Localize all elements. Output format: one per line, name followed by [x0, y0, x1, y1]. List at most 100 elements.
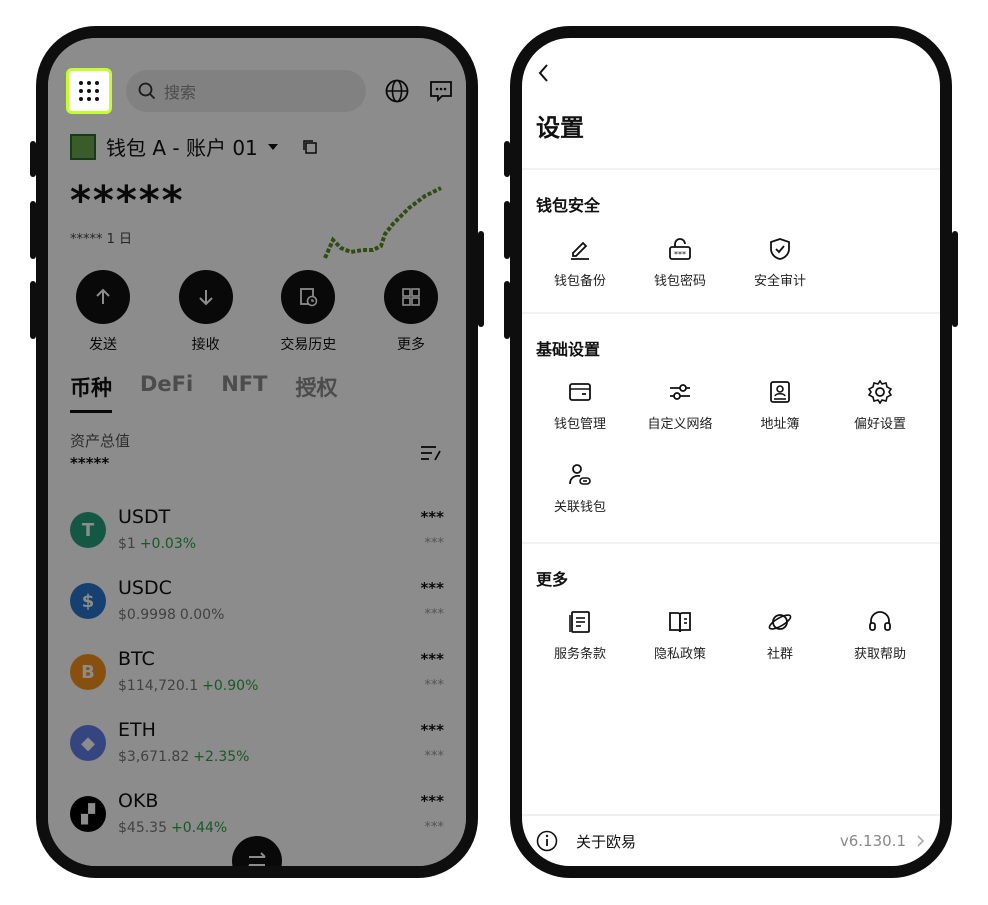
- price-change: +0.90%: [202, 678, 259, 694]
- btc-icon: B: [70, 654, 106, 690]
- privacy-policy-button[interactable]: 隐私政策: [630, 609, 730, 662]
- version-label: v6.130.1: [839, 832, 906, 850]
- eth-icon: ◆: [70, 725, 106, 761]
- community-button[interactable]: 社群: [730, 609, 830, 662]
- asset-row-eth[interactable]: ◆ ETH $3,671.82 +2.35% *** ***: [70, 709, 444, 780]
- message-icon[interactable]: [428, 78, 454, 104]
- terms-of-service-button[interactable]: 服务条款: [530, 609, 630, 662]
- right-phone: 设置 钱包安全 钱包备份 *** 钱包密码 安全审计 基础设置 钱包管理 自定义…: [504, 26, 958, 878]
- chevron-right-icon: [917, 835, 925, 847]
- asset-price: $1 +0.03%: [118, 536, 196, 552]
- item-label: 地址簿: [760, 417, 800, 432]
- asset-price: $0.9998 0.00%: [118, 607, 224, 623]
- about-row[interactable]: 关于欧易 v6.130.1: [522, 814, 940, 866]
- item-label: 关联钱包: [553, 500, 606, 515]
- item-label: 钱包密码: [653, 274, 706, 289]
- asset-symbol: ETH: [118, 719, 156, 741]
- asset-amount: ***: [420, 650, 444, 668]
- caret-down-icon: [267, 143, 278, 150]
- action-label: 交易历史: [280, 337, 337, 353]
- history-icon: [300, 288, 318, 307]
- link-user-icon: [569, 464, 591, 485]
- search-bar[interactable]: 搜索: [126, 70, 366, 112]
- price-change: +0.03%: [139, 536, 197, 552]
- side-button: [504, 201, 510, 259]
- item-label: 获取帮助: [853, 647, 906, 662]
- wallet-icon: [569, 383, 591, 401]
- more-button[interactable]: 更多: [366, 270, 456, 354]
- side-button: [30, 141, 36, 177]
- asset-amount: ***: [420, 792, 444, 810]
- sparkline-chart: [323, 186, 442, 259]
- price-value: $1: [118, 536, 136, 552]
- total-balance: *****: [70, 178, 185, 224]
- tab-defi[interactable]: DeFi: [140, 372, 193, 413]
- tab-nft[interactable]: NFT: [221, 372, 267, 413]
- send-button[interactable]: 发送: [58, 270, 148, 354]
- total-assets-value: *****: [70, 454, 110, 472]
- settings-screen: 设置 钱包安全 钱包备份 *** 钱包密码 安全审计 基础设置 钱包管理 自定义…: [522, 38, 940, 866]
- item-label: 钱包备份: [553, 274, 606, 289]
- asset-price: $114,720.1 +0.90%: [118, 678, 258, 694]
- asset-amount: ***: [420, 508, 444, 526]
- back-arrow-icon[interactable]: [536, 62, 550, 84]
- asset-symbol: BTC: [118, 648, 155, 670]
- asset-list: T USDT $1 +0.03% *** *** $ USDC $0.9998 0.…: [70, 496, 444, 851]
- top-bar: 搜索: [66, 68, 452, 112]
- side-button: [30, 281, 36, 339]
- sort-icon[interactable]: [420, 444, 442, 462]
- lock-password-icon: ***: [669, 238, 691, 260]
- divider: [522, 168, 940, 170]
- wallet-password-button[interactable]: *** 钱包密码: [630, 236, 730, 289]
- price-change: +0.44%: [171, 820, 228, 836]
- more-grid: 服务条款 隐私政策 社群 获取帮助: [530, 609, 932, 662]
- receive-button[interactable]: 接收: [161, 270, 251, 354]
- address-book-button[interactable]: 地址簿: [730, 379, 830, 432]
- linked-wallet-button[interactable]: 关联钱包: [530, 462, 630, 515]
- svg-text:***: ***: [674, 250, 686, 259]
- asset-symbol: OKB: [118, 790, 159, 812]
- price-value: $0.9998: [118, 607, 176, 623]
- left-phone: 搜索 钱包 A - 账户 01 ***** ***** 1 日 发送 接收 交易…: [30, 26, 484, 878]
- info-icon: [536, 830, 558, 852]
- action-label: 发送: [89, 337, 117, 353]
- planet-icon: [768, 614, 792, 630]
- asset-row-usdc[interactable]: $ USDC $0.9998 0.00% *** ***: [70, 567, 444, 638]
- globe-icon[interactable]: [384, 78, 410, 104]
- quick-actions: 发送 接收 交易历史 更多: [58, 270, 456, 354]
- action-label: 更多: [396, 337, 425, 353]
- history-button[interactable]: 交易历史: [263, 270, 353, 354]
- pencil-icon: [571, 241, 589, 260]
- item-label: 偏好设置: [853, 417, 906, 432]
- side-button: [504, 141, 510, 177]
- account-selector[interactable]: 钱包 A - 账户 01: [70, 132, 318, 161]
- price-value: $3,671.82: [118, 749, 190, 765]
- price-change: 0.00%: [179, 607, 225, 623]
- arrow-up-icon: [96, 288, 110, 304]
- price-change: +2.35%: [193, 749, 250, 765]
- copy-icon[interactable]: [302, 139, 318, 155]
- preferences-button[interactable]: 偏好设置: [830, 379, 930, 432]
- shield-check-icon: [770, 238, 790, 260]
- get-help-button[interactable]: 获取帮助: [830, 609, 930, 662]
- security-audit-button[interactable]: 安全审计: [730, 236, 830, 289]
- document-icon: [569, 611, 590, 633]
- tab-approvals[interactable]: 授权: [295, 372, 337, 413]
- page-title: 设置: [536, 114, 584, 142]
- total-assets-label: 资产总值: [70, 432, 131, 450]
- asset-symbol: USDT: [118, 506, 171, 528]
- wallet-backup-button[interactable]: 钱包备份: [530, 236, 630, 289]
- custom-network-button[interactable]: 自定义网络: [630, 379, 730, 432]
- asset-row-btc[interactable]: B BTC $114,720.1 +0.90% *** ***: [70, 638, 444, 709]
- section-title-wallet-security: 钱包安全: [536, 196, 601, 215]
- apps-menu-button[interactable]: [66, 68, 112, 114]
- asset-amount: ***: [420, 579, 444, 597]
- wallet-manage-button[interactable]: 钱包管理: [530, 379, 630, 432]
- book-icon: [669, 612, 691, 633]
- side-button: [504, 281, 510, 339]
- more-grid-icon: [402, 288, 420, 306]
- headset-icon: [869, 611, 891, 631]
- about-label: 关于欧易: [576, 832, 637, 851]
- asset-row-usdt[interactable]: T USDT $1 +0.03% *** ***: [70, 496, 444, 567]
- tab-coins[interactable]: 币种: [70, 372, 112, 413]
